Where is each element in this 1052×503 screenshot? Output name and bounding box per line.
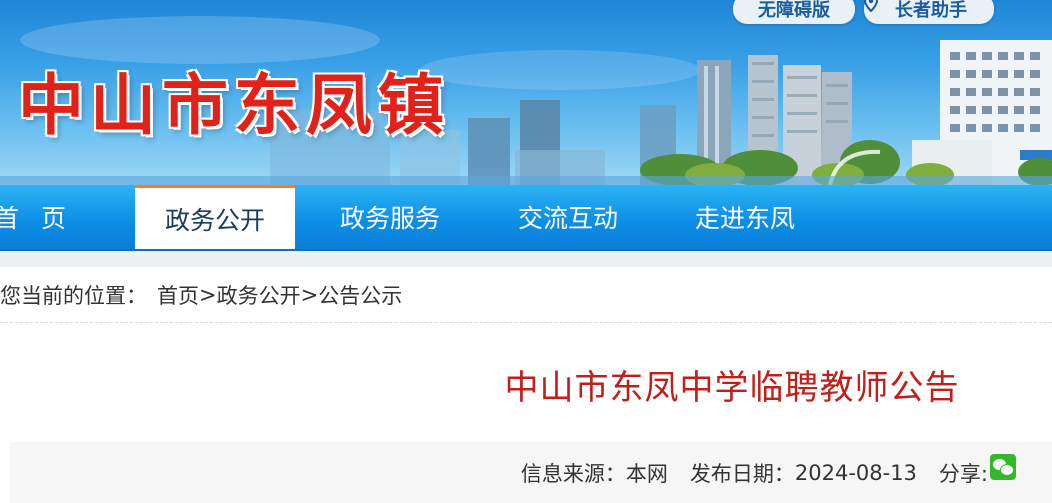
article-publish-date: 发布日期： 2024-08-13 xyxy=(690,458,917,488)
wechat-icon[interactable] xyxy=(990,453,1016,480)
article-source: 信息来源： 本网 xyxy=(521,458,668,488)
accessibility-mode-label: 无障碍版 xyxy=(758,0,830,21)
main-nav: 首页 政务公开 政务服务 交流互动 走进东凤 xyxy=(0,185,1052,251)
article-share: 分享: xyxy=(938,453,1016,488)
site-title: 中山市东凤镇 xyxy=(18,67,450,144)
divider-strip xyxy=(0,251,1052,267)
source-value: 本网 xyxy=(625,461,668,486)
breadcrumb-section-link[interactable]: 政务公开 xyxy=(217,280,301,310)
nav-item-government-services[interactable]: 政务服务 xyxy=(317,185,463,249)
share-label: 分享: xyxy=(938,461,988,486)
nav-item-government-affairs-disclosure[interactable]: 政务公开 xyxy=(135,185,295,249)
nav-item-about-dongfeng[interactable]: 走进东凤 xyxy=(672,185,818,249)
elder-assistant-button[interactable]: 长者助手 xyxy=(864,0,994,24)
breadcrumb-separator: > xyxy=(199,282,217,307)
breadcrumb: 您当前的位置： 首页 > 政务公开 > 公告公示 xyxy=(0,267,1052,323)
article-title: 中山市东凤中学临聘教师公告 xyxy=(504,368,960,408)
date-value: 2024-08-13 xyxy=(794,460,917,485)
breadcrumb-current-link[interactable]: 公告公示 xyxy=(318,280,402,310)
breadcrumb-separator: > xyxy=(300,282,319,307)
breadcrumb-prefix: 您当前的位置： xyxy=(0,283,147,308)
breadcrumb-home-link[interactable]: 首页 xyxy=(157,280,199,310)
nav-item-home[interactable]: 首页 xyxy=(0,185,82,249)
header-banner: 中山市东凤镇 无障碍版 长者助手 xyxy=(0,0,1052,185)
date-label: 发布日期： xyxy=(689,461,795,486)
source-label: 信息来源： xyxy=(520,461,626,486)
article-meta-bar: 信息来源： 本网 发布日期： 2024-08-13 分享: xyxy=(10,442,1052,503)
nav-item-interaction[interactable]: 交流互动 xyxy=(495,185,641,249)
elder-assistant-label: 长者助手 xyxy=(895,0,967,21)
accessibility-mode-button[interactable]: 无障碍版 xyxy=(733,0,855,24)
